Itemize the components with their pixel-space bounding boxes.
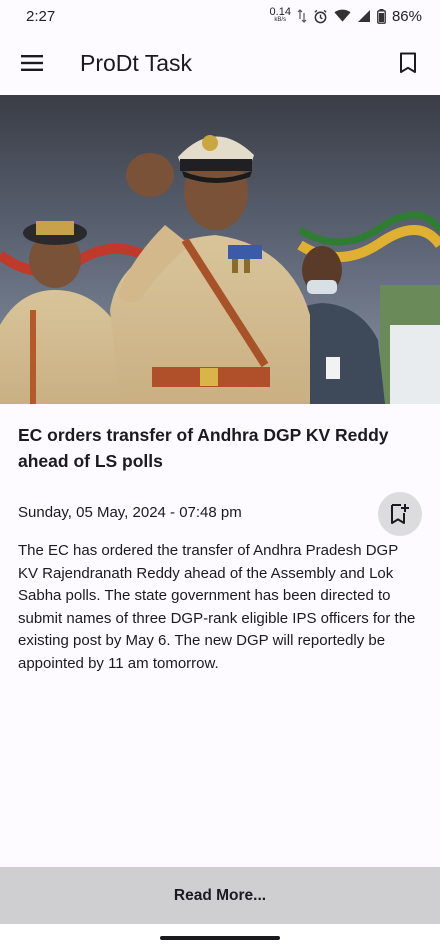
bookmark-add-icon (391, 504, 409, 524)
wifi-icon (334, 9, 351, 22)
battery-percent: 86% (391, 7, 422, 25)
bookmark-article-button[interactable] (378, 492, 422, 536)
article-body: The EC has ordered the transfer of Andhr… (18, 542, 416, 672)
article-meta: Sunday, 05 May, 2024 - 07:48 pm (18, 490, 422, 536)
app-bar: ProDt Task (0, 32, 440, 94)
status-time: 2:27 (26, 7, 56, 25)
article-image (0, 95, 440, 404)
read-more-button[interactable]: Read More... (0, 867, 440, 924)
home-indicator[interactable] (160, 936, 280, 940)
network-speed-unit: kB/s (274, 17, 287, 23)
menu-button[interactable] (18, 49, 46, 77)
status-bar: 2:27 0.14 kB/s 86% (0, 0, 440, 32)
news-photo (0, 95, 440, 404)
bookmarks-button[interactable] (394, 49, 422, 77)
status-icons: 0.14 kB/s 86% (269, 6, 422, 25)
article-headline: EC orders transfer of Andhra DGP KV Redd… (18, 425, 389, 471)
bookmark-outline-icon (400, 52, 416, 73)
cell-signal-icon (357, 10, 370, 22)
menu-icon (21, 55, 43, 71)
article: EC orders transfer of Andhra DGP KV Redd… (0, 404, 440, 675)
network-speed: 0.14 kB/s (269, 6, 291, 24)
battery-icon (377, 8, 386, 24)
article-date: Sunday, 05 May, 2024 - 07:48 pm (18, 503, 242, 521)
network-speed-value: 0.14 (269, 6, 291, 18)
alarm-icon (314, 9, 327, 23)
data-arrows-icon (297, 9, 307, 23)
app-title: ProDt Task (80, 49, 193, 76)
